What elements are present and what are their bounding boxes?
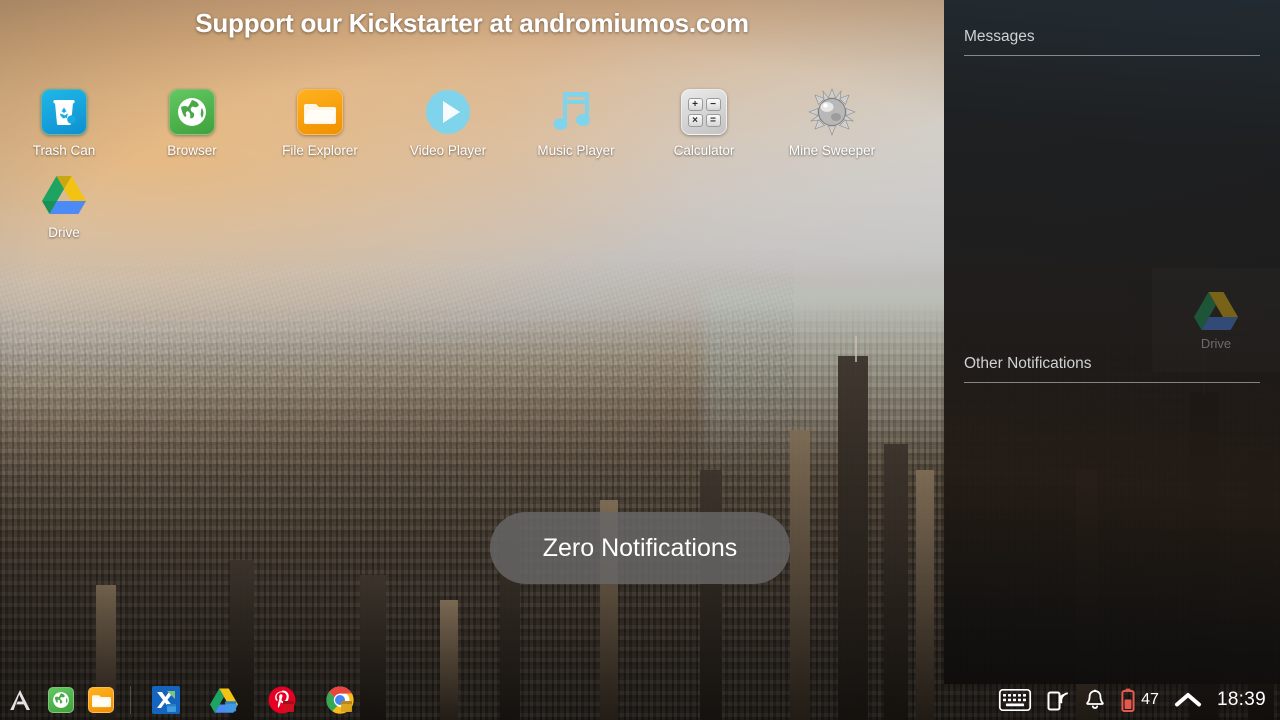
desktop-icon-music-player[interactable]: Music Player <box>512 84 640 166</box>
google-drive-icon <box>40 170 88 218</box>
battery-level-text: 47 <box>1141 691 1159 708</box>
calculator-keys: + − × = <box>687 97 721 127</box>
cast-phone-icon <box>1047 691 1069 711</box>
taskbar-app-sheets[interactable] <box>151 685 181 715</box>
desktop-icon-drive[interactable]: Drive <box>0 166 128 248</box>
taskbar: 47 18:39 <box>0 680 1280 720</box>
naval-mine-shape <box>808 88 856 136</box>
messages-section: Messages <box>964 28 1260 56</box>
system-tray: 47 18:39 <box>999 688 1280 712</box>
mine-icon <box>808 88 856 136</box>
desktop-icon-label: Video Player <box>409 143 487 158</box>
tray-cast-button[interactable] <box>1047 689 1069 711</box>
tray-notifications-button[interactable] <box>1085 689 1105 711</box>
beamed-notes-shape <box>553 92 590 130</box>
desktop-icon-label: Calculator <box>673 143 735 158</box>
toast-zero-notifications: Zero Notifications <box>490 512 790 584</box>
andromium-logo-icon <box>10 690 30 710</box>
calc-key-equals: = <box>705 113 721 127</box>
andromium-launcher-button[interactable] <box>6 685 36 715</box>
taskbar-pinned-file-explorer[interactable] <box>86 685 116 715</box>
desktop-icon-label: Mine Sweeper <box>788 143 876 158</box>
google-drive-icon <box>210 688 238 713</box>
desktop-icon-trash-can[interactable]: Trash Can <box>0 84 128 166</box>
desktop-icon-video-player[interactable]: Video Player <box>384 84 512 166</box>
calc-key-plus: + <box>687 97 703 111</box>
chevron-up-icon <box>1174 693 1201 707</box>
taskbar-app-pinterest[interactable] <box>267 685 297 715</box>
browser-globe-icon <box>53 692 69 708</box>
other-notifications-divider <box>964 382 1260 383</box>
keyboard-icon <box>999 688 1032 712</box>
tray-clock[interactable]: 18:39 <box>1217 689 1266 711</box>
taskbar-left-group <box>0 685 145 715</box>
messages-divider <box>964 55 1260 56</box>
tray-keyboard-button[interactable] <box>999 688 1032 712</box>
play-circle-icon <box>424 88 472 136</box>
desktop-icon-label: Music Player <box>537 143 615 158</box>
calculator-icon: + − × = <box>680 88 728 136</box>
browser-globe-icon <box>168 88 216 136</box>
calc-key-times: × <box>687 113 703 127</box>
desktop-icon-label: Drive <box>48 225 80 240</box>
folder-shape <box>304 104 336 124</box>
bell-icon <box>1086 689 1104 709</box>
tray-battery-status[interactable]: 47 <box>1121 688 1159 712</box>
desktop-icon-label: Trash Can <box>32 143 96 158</box>
calc-key-minus: − <box>705 97 721 111</box>
desktop-icon-label: File Explorer <box>282 143 358 158</box>
taskbar-running-apps <box>145 685 355 715</box>
music-note-icon <box>552 88 600 136</box>
drive-triangle-shape <box>42 176 86 214</box>
spreadsheet-icon <box>152 686 180 714</box>
taskbar-app-drive[interactable] <box>209 685 239 715</box>
folder-icon <box>296 88 344 136</box>
battery-low-icon <box>1121 688 1135 712</box>
google-drive-icon <box>1194 290 1238 330</box>
desktop-icon-mine-sweeper[interactable]: Mine Sweeper <box>768 84 896 166</box>
chrome-icon <box>326 686 354 714</box>
taskbar-pinned-browser[interactable] <box>46 685 76 715</box>
trash-bin-shape <box>53 100 76 125</box>
pin-circle-icon <box>268 686 296 714</box>
globe-shape <box>178 98 206 126</box>
messages-title: Messages <box>964 28 1035 45</box>
desktop-icon-browser[interactable]: Browser <box>128 84 256 166</box>
desktop-icon-file-explorer[interactable]: File Explorer <box>256 84 384 166</box>
notification-card-drive[interactable]: Drive <box>1152 268 1280 372</box>
taskbar-divider <box>130 686 131 714</box>
desktop-icon-grid: Trash Can Browser File Explorer Video Pl… <box>0 84 944 248</box>
desktop-icon-label: Browser <box>167 143 217 158</box>
desktop-screen: Support our Kickstarter at andromiumos.c… <box>0 0 1280 720</box>
play-circle-shape <box>426 90 470 134</box>
tray-expand-button[interactable] <box>1174 692 1201 708</box>
notification-card-label: Drive <box>1200 335 1232 351</box>
kickstarter-banner: Support our Kickstarter at andromiumos.c… <box>195 8 749 38</box>
trash-can-icon <box>40 88 88 136</box>
folder-icon <box>91 695 111 708</box>
taskbar-app-chrome[interactable] <box>325 685 355 715</box>
desktop-icon-calculator[interactable]: + − × = Calculator <box>640 84 768 166</box>
drive-triangle-shape <box>1194 291 1238 330</box>
